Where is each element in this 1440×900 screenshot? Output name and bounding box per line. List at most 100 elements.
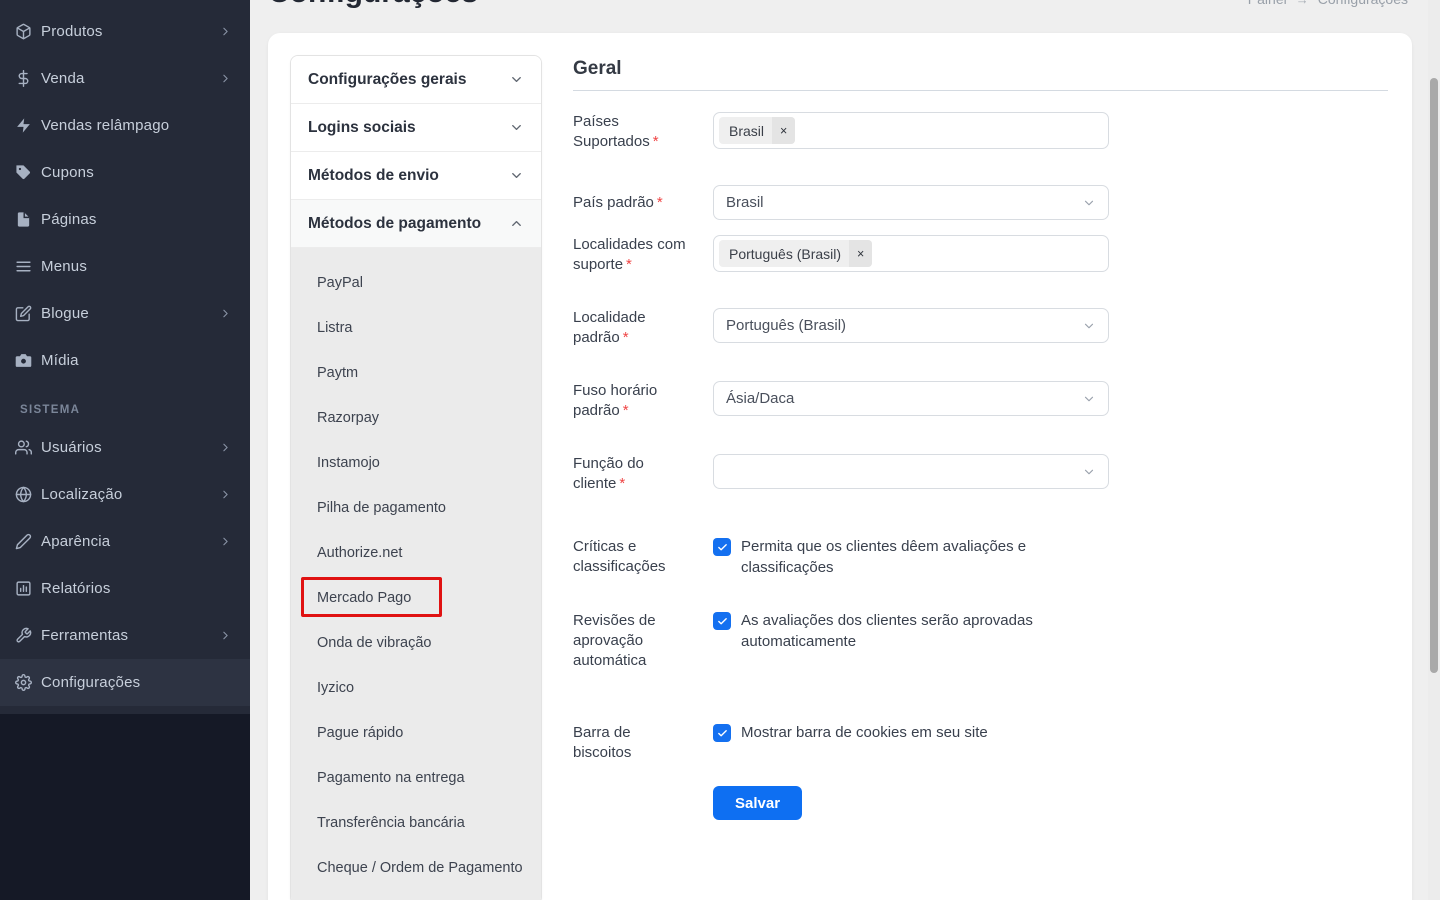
brush-icon	[14, 533, 32, 551]
sidebar-item-label: Cupons	[41, 164, 94, 181]
field-label: Fuso horário padrão*	[573, 381, 691, 421]
field-label: Críticas e classificações	[573, 537, 691, 577]
sidebar: Produtos Venda Vendas relâmpago Cupons P…	[0, 0, 250, 900]
sidebar-item-label: Blogue	[41, 305, 89, 322]
payment-method-pilha-de-pagamento[interactable]: Pilha de pagamento	[291, 485, 541, 530]
breadcrumb-current: Configurações	[1318, 0, 1408, 7]
supported-locales-input[interactable]: Português (Brasil) ×	[713, 235, 1109, 272]
sidebar-item-relatorios[interactable]: Relatórios	[0, 565, 250, 612]
payment-method-label: Mercado Pago	[317, 590, 411, 606]
settings-nav: Configurações gerais Logins sociais Méto…	[290, 55, 542, 900]
customer-role-field: Função do cliente*	[573, 454, 1388, 494]
cookie-bar-checkbox[interactable]	[713, 724, 731, 742]
payment-method-iyzico[interactable]: Iyzico	[291, 665, 541, 710]
page-title: Configurações	[268, 0, 478, 10]
sidebar-item-configuracoes[interactable]: Configurações	[0, 659, 250, 706]
sidebar-item-usuarios[interactable]: Usuários	[0, 424, 250, 471]
chevron-right-icon	[219, 72, 232, 85]
settings-section-payment-methods[interactable]: Métodos de pagamento	[291, 200, 541, 248]
divider	[573, 90, 1388, 91]
payment-method-pague-rapido[interactable]: Pague rápido	[291, 710, 541, 755]
breadcrumb-home-link[interactable]: Painel	[1248, 0, 1287, 7]
sidebar-item-midia[interactable]: Mídia	[0, 337, 250, 384]
bar-chart-icon	[14, 580, 32, 598]
payment-method-listra[interactable]: Listra	[291, 305, 541, 350]
chevron-right-icon	[219, 441, 232, 454]
default-locale-select[interactable]: Português (Brasil)	[713, 308, 1109, 343]
payment-method-paytm[interactable]: Paytm	[291, 350, 541, 395]
sidebar-item-label: Mídia	[41, 352, 79, 369]
payment-method-authorize-net[interactable]: Authorize.net	[291, 530, 541, 575]
remove-tag-icon[interactable]: ×	[849, 240, 872, 267]
payment-method-instamojo[interactable]: Instamojo	[291, 440, 541, 485]
globe-icon	[14, 486, 32, 504]
payment-method-mercado-pago[interactable]: Mercado Pago	[291, 575, 541, 620]
supported-countries-field: Países Suportados* Brasil ×	[573, 112, 1388, 152]
tag-chip: Português (Brasil) ×	[719, 240, 872, 267]
sidebar-item-localizacao[interactable]: Localização	[0, 471, 250, 518]
sidebar-item-blogue[interactable]: Blogue	[0, 290, 250, 337]
settings-section-shipping-methods[interactable]: Métodos de envio	[291, 152, 541, 200]
settings-section-general[interactable]: Configurações gerais	[291, 56, 541, 104]
reviews-checkbox[interactable]	[713, 538, 731, 556]
payment-method-razorpay[interactable]: Razorpay	[291, 395, 541, 440]
camera-icon	[14, 352, 32, 370]
sidebar-item-label: Aparência	[41, 533, 110, 550]
payment-method-paypal[interactable]: PayPal	[291, 260, 541, 305]
sidebar-item-venda[interactable]: Venda	[0, 55, 250, 102]
field-label: Função do cliente*	[573, 454, 691, 494]
general-settings-form: Geral Países Suportados* Brasil × País p…	[573, 58, 1388, 853]
sidebar-item-vendas-relampago[interactable]: Vendas relâmpago	[0, 102, 250, 149]
wrench-icon	[14, 627, 32, 645]
sidebar-item-label: Menus	[41, 258, 87, 275]
sidebar-item-label: Vendas relâmpago	[41, 117, 169, 134]
customer-role-select[interactable]	[713, 454, 1109, 489]
form-heading: Geral	[573, 58, 1388, 80]
payment-method-pagamento-na-entrega[interactable]: Pagamento na entrega	[291, 755, 541, 800]
sidebar-item-menus[interactable]: Menus	[0, 243, 250, 290]
payment-method-onda-de-vibracao[interactable]: Onda de vibração	[291, 620, 541, 665]
sidebar-item-aparencia[interactable]: Aparência	[0, 518, 250, 565]
tag-chip: Brasil ×	[719, 117, 795, 144]
chevron-down-icon	[509, 168, 524, 183]
chevron-down-icon	[1082, 392, 1096, 406]
default-timezone-field: Fuso horário padrão* Ásia/Daca	[573, 381, 1388, 421]
default-country-select[interactable]: Brasil	[713, 185, 1109, 220]
sidebar-menu: Produtos Venda Vendas relâmpago Cupons P…	[0, 0, 250, 714]
auto-approve-checkbox[interactable]	[713, 612, 731, 630]
chevron-right-icon	[219, 629, 232, 642]
payment-method-transferencia-bancaria[interactable]: Transferência bancária	[291, 800, 541, 845]
sidebar-item-label: Venda	[41, 70, 85, 87]
sidebar-section-label: SISTEMA	[0, 384, 250, 424]
edit-icon	[14, 305, 32, 323]
gear-icon	[14, 674, 32, 692]
remove-tag-icon[interactable]: ×	[772, 117, 795, 144]
field-label: Barra de biscoitos	[573, 723, 691, 763]
chevron-down-icon	[1082, 465, 1096, 479]
sidebar-item-label: Configurações	[41, 674, 140, 691]
chevron-right-icon	[219, 307, 232, 320]
sidebar-item-label: Ferramentas	[41, 627, 128, 644]
box-icon	[14, 23, 32, 41]
chevron-down-icon	[1082, 196, 1096, 210]
field-label: País padrão*	[573, 185, 691, 213]
default-timezone-select[interactable]: Ásia/Daca	[713, 381, 1109, 416]
scrollbar-thumb[interactable]	[1430, 78, 1438, 673]
chevron-right-icon	[219, 25, 232, 38]
save-button[interactable]: Salvar	[713, 786, 802, 820]
sidebar-item-ferramentas[interactable]: Ferramentas	[0, 612, 250, 659]
scrollbar-track	[1428, 0, 1440, 900]
sidebar-item-label: Páginas	[41, 211, 97, 228]
default-country-field: País padrão* Brasil	[573, 185, 1388, 220]
chevron-right-icon	[219, 488, 232, 501]
field-label: Localidade padrão*	[573, 308, 691, 348]
breadcrumb: Painel → Configurações	[1248, 0, 1408, 7]
sidebar-item-paginas[interactable]: Páginas	[0, 196, 250, 243]
chevron-up-icon	[509, 216, 524, 231]
supported-countries-input[interactable]: Brasil ×	[713, 112, 1109, 149]
sidebar-item-produtos[interactable]: Produtos	[0, 8, 250, 55]
default-locale-field: Localidade padrão* Português (Brasil)	[573, 308, 1388, 348]
sidebar-item-cupons[interactable]: Cupons	[0, 149, 250, 196]
payment-method-cheque-ordem[interactable]: Cheque / Ordem de Pagamento	[291, 845, 541, 890]
settings-section-social-logins[interactable]: Logins sociais	[291, 104, 541, 152]
